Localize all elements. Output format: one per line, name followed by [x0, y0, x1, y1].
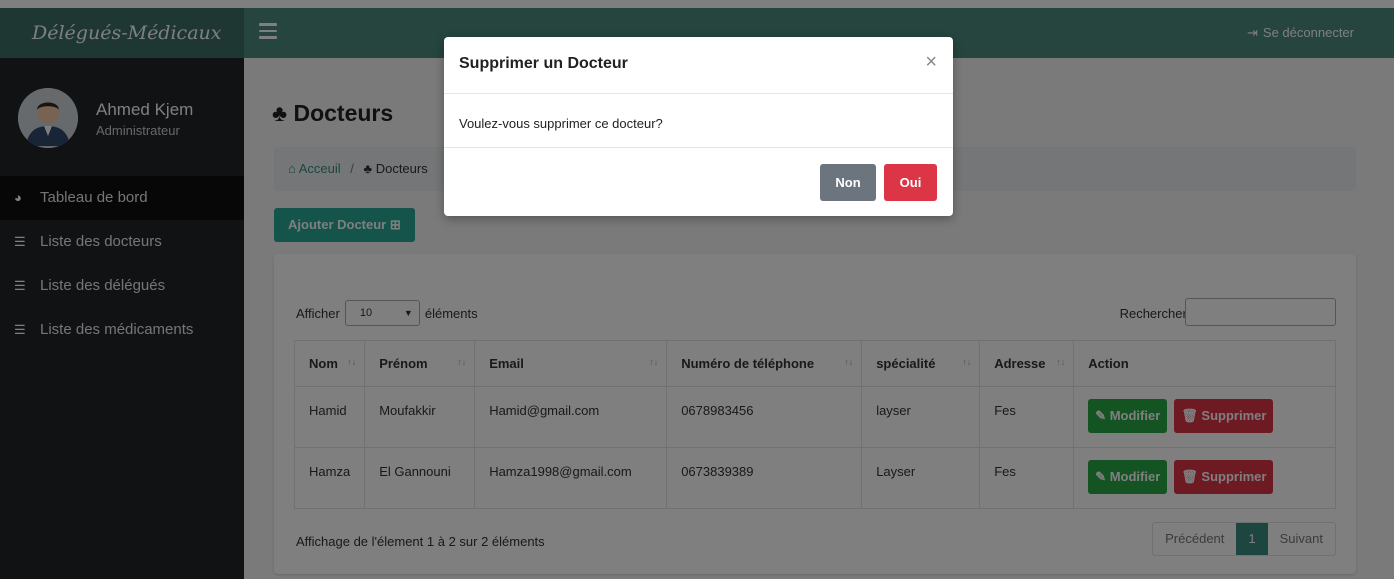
modal-message: Voulez-vous supprimer ce docteur? — [444, 94, 953, 148]
cancel-button[interactable]: Non — [820, 164, 876, 201]
delete-doctor-modal: Supprimer un Docteur × Voulez-vous suppr… — [444, 37, 953, 216]
modal-title: Supprimer un Docteur — [459, 55, 628, 72]
modal-footer: Non Oui — [444, 148, 953, 216]
confirm-delete-button[interactable]: Oui — [884, 164, 937, 201]
close-icon[interactable]: × — [925, 51, 937, 74]
modal-header: Supprimer un Docteur × — [444, 37, 953, 94]
